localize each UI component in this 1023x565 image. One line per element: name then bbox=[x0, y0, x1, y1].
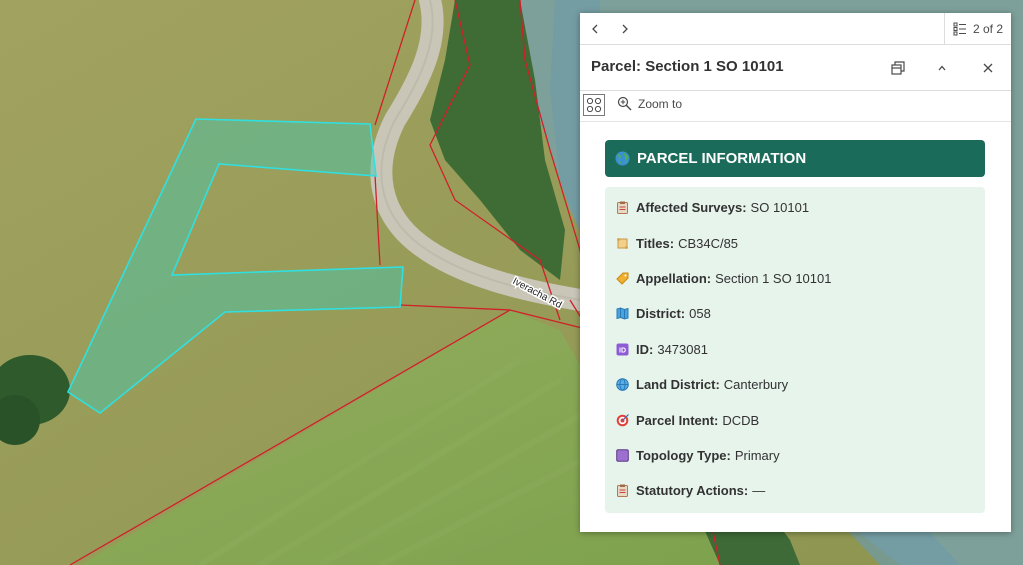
field-titles: Titles: CB34C/85 bbox=[605, 225, 985, 260]
collapse-button[interactable] bbox=[926, 52, 958, 84]
feature-count-button[interactable]: 2 of 2 bbox=[944, 13, 1011, 44]
popup-header: Parcel: Section 1 SO 10101 bbox=[580, 45, 1011, 91]
dock-icon bbox=[891, 61, 905, 75]
chevron-left-icon bbox=[592, 24, 598, 33]
list-icon bbox=[953, 22, 966, 35]
square-icon bbox=[616, 449, 629, 462]
globe-icon bbox=[616, 378, 629, 391]
grid-icon bbox=[586, 97, 602, 113]
target-icon bbox=[616, 413, 629, 426]
field-affected-surveys: Affected Surveys: SO 10101 bbox=[605, 190, 985, 225]
feature-popup: 2 of 2 Parcel: Section 1 SO 10101 Zoom t… bbox=[580, 13, 1011, 532]
zoom-in-icon bbox=[617, 96, 632, 111]
field-district: District: 058 bbox=[605, 296, 985, 331]
section-header: PARCEL INFORMATION bbox=[605, 140, 985, 177]
close-icon bbox=[983, 63, 993, 73]
field-topology-type: Topology Type: Primary bbox=[605, 438, 985, 473]
dock-button[interactable] bbox=[882, 52, 914, 84]
zoom-to-label: Zoom to bbox=[638, 96, 683, 111]
clipboard-icon bbox=[617, 201, 628, 215]
clipboard-icon bbox=[617, 484, 628, 498]
next-feature-button[interactable] bbox=[610, 13, 640, 44]
popup-pager: 2 of 2 bbox=[580, 13, 1011, 45]
id-icon: ID bbox=[616, 343, 629, 356]
popup-title: Parcel: Section 1 SO 10101 bbox=[591, 58, 784, 75]
popup-actions: Zoom to bbox=[580, 91, 1011, 122]
field-appellation: Appellation: Section 1 SO 10101 bbox=[605, 261, 985, 296]
globe-icon bbox=[615, 151, 630, 166]
chevron-right-icon bbox=[622, 24, 628, 33]
feature-count: 2 of 2 bbox=[972, 21, 1004, 36]
parcel-info-list: Affected Surveys: SO 10101 Titles: CB34C/8… bbox=[605, 187, 985, 513]
feature-menu-button[interactable] bbox=[583, 94, 605, 116]
close-button[interactable] bbox=[972, 52, 1004, 84]
section-title: PARCEL INFORMATION bbox=[637, 150, 807, 167]
tag-icon bbox=[616, 272, 629, 285]
field-id: ID ID: 3473081 bbox=[605, 332, 985, 367]
chevron-up-icon bbox=[938, 65, 946, 71]
popup-content: PARCEL INFORMATION Affected Surveys: SO 1… bbox=[605, 140, 985, 513]
zoom-to-button[interactable]: Zoom to bbox=[617, 96, 682, 111]
scroll-icon bbox=[617, 237, 628, 249]
field-land-district: Land District: Canterbury bbox=[605, 367, 985, 402]
previous-feature-button[interactable] bbox=[580, 13, 610, 44]
map-icon bbox=[616, 307, 629, 320]
svg-text:ID: ID bbox=[619, 347, 626, 354]
field-statutory-actions: Statutory Actions: — bbox=[605, 473, 985, 508]
field-parcel-intent: Parcel Intent: DCDB bbox=[605, 402, 985, 437]
